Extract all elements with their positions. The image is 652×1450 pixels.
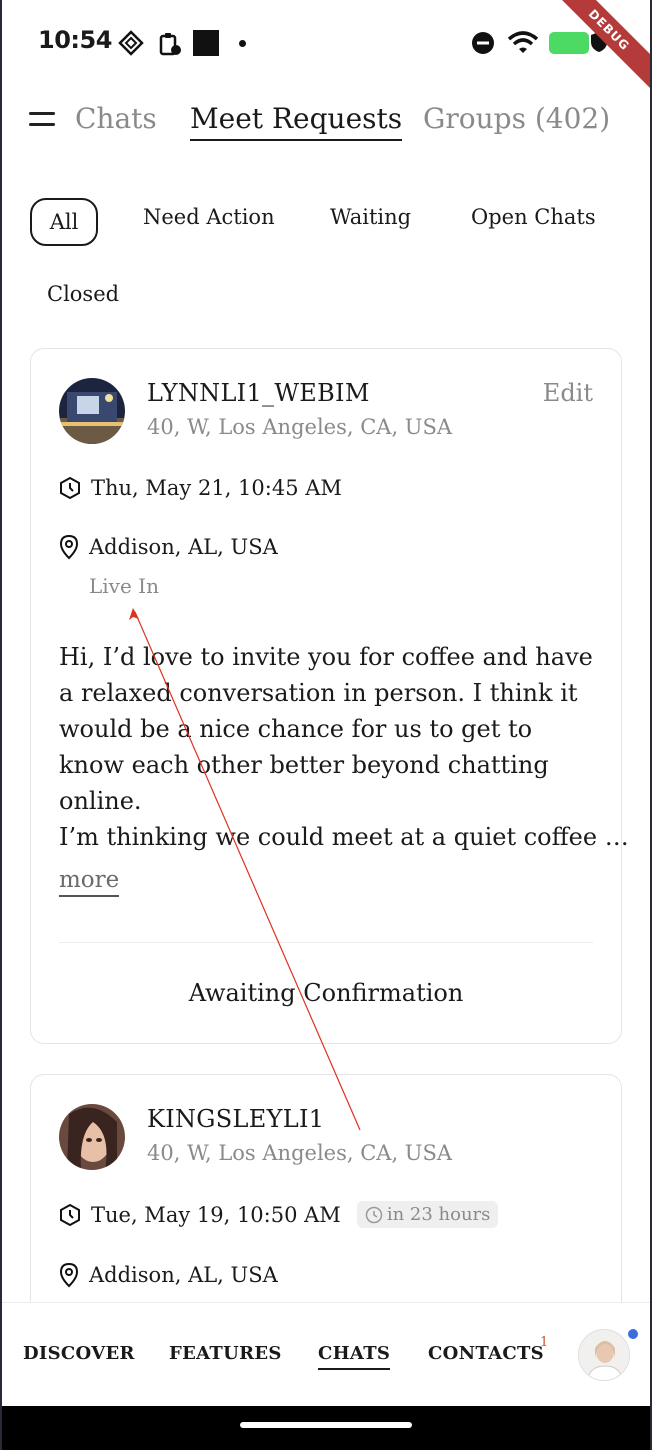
datetime-text: Tue, May 19, 10:50 AM <box>91 1202 341 1227</box>
edit-button[interactable]: Edit <box>543 379 593 407</box>
nav-contacts[interactable]: CONTACTS <box>428 1343 544 1364</box>
tab-groups[interactable]: Groups (402) <box>423 102 610 135</box>
nav-chats[interactable]: CHATS <box>318 1343 391 1370</box>
filter-need-action[interactable]: Need Action <box>143 205 275 229</box>
app-notification-icon <box>118 30 144 56</box>
location-pin-icon <box>59 534 79 560</box>
datetime-text: Thu, May 21, 10:45 AM <box>91 476 342 500</box>
battery-icon <box>549 32 589 54</box>
status-bar: 10:54 DEBUG <box>2 0 650 99</box>
avatar[interactable] <box>59 378 125 444</box>
clipboard-icon <box>159 33 181 56</box>
status-time: 10:54 <box>38 26 112 54</box>
card-divider <box>59 942 593 943</box>
filter-closed[interactable]: Closed <box>47 282 119 306</box>
more-link[interactable]: more <box>59 865 120 897</box>
user-info: 40, W, Los Angeles, CA, USA <box>147 1141 453 1165</box>
meet-request-card[interactable]: LYNNLI1_WEBIM 40, W, Los Angeles, CA, US… <box>30 348 629 1044</box>
profile-avatar[interactable] <box>578 1329 630 1381</box>
filter-waiting[interactable]: Waiting <box>330 205 411 229</box>
app-screen: 10:54 DEBUG Chats Meet Requests Groups (… <box>2 0 650 1450</box>
hamburger-menu-icon[interactable] <box>29 110 57 130</box>
meet-datetime: Tue, May 19, 10:50 AM in 23 hours <box>59 1201 499 1228</box>
meet-location: Addison, AL, USA <box>59 1262 278 1288</box>
meet-datetime: Thu, May 21, 10:45 AM <box>59 476 342 500</box>
invitation-message-continued: I’m thinking we could meet at a quiet co… <box>59 823 629 851</box>
contacts-badge: 1 <box>540 1335 549 1350</box>
avatar[interactable] <box>59 1104 125 1170</box>
hexagon-clock-icon <box>60 1203 80 1226</box>
meet-request-card[interactable]: KINGSLEYLI1 40, W, Los Angeles, CA, USA … <box>30 1074 622 1334</box>
location-pin-icon <box>59 1262 79 1288</box>
nav-features[interactable]: FEATURES <box>169 1343 282 1364</box>
hexagon-clock-icon <box>60 476 80 500</box>
username[interactable]: KINGSLEYLI1 <box>147 1105 324 1133</box>
location-type: Live In <box>89 574 159 598</box>
time-until-text: in 23 hours <box>386 1204 491 1225</box>
user-info: 40, W, Los Angeles, CA, USA <box>147 415 453 439</box>
location-text: Addison, AL, USA <box>89 535 278 559</box>
do-not-disturb-icon <box>472 32 494 54</box>
clock-icon <box>365 1206 383 1223</box>
nav-discover[interactable]: DISCOVER <box>23 1343 135 1364</box>
tab-chats[interactable]: Chats <box>75 102 157 135</box>
home-indicator-area <box>2 1406 650 1450</box>
time-until-badge: in 23 hours <box>356 1201 499 1228</box>
more-notifications-icon <box>239 40 246 47</box>
home-indicator[interactable] <box>240 1422 412 1428</box>
tab-meet-requests[interactable]: Meet Requests <box>190 102 403 141</box>
wifi-icon <box>507 31 539 53</box>
notification-dot <box>628 1329 638 1339</box>
meet-location: Addison, AL, USA <box>59 534 278 560</box>
top-tab-bar: Chats Meet Requests Groups (402) <box>2 96 650 146</box>
username[interactable]: LYNNLI1_WEBIM <box>147 379 370 407</box>
status-label: Awaiting Confirmation <box>188 979 464 1007</box>
invitation-message: Hi, I’d love to invite you for coffee an… <box>59 643 593 815</box>
filter-all[interactable]: All <box>30 198 98 246</box>
filter-open-chats[interactable]: Open Chats <box>471 205 596 229</box>
square-icon <box>193 30 219 56</box>
bottom-navigation: DISCOVER FEATURES CHATS CONTACTS 1 <box>2 1302 650 1406</box>
location-text: Addison, AL, USA <box>89 1263 278 1287</box>
